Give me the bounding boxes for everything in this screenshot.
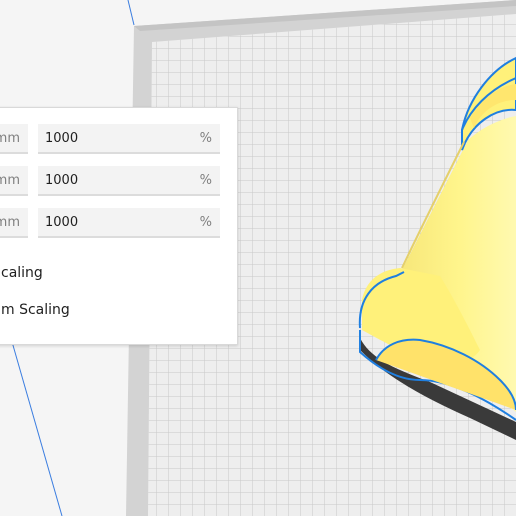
percent-value: 1000 xyxy=(45,173,79,188)
mm-unit: mm xyxy=(0,131,20,146)
size-mm-field-x[interactable]: mm xyxy=(0,124,28,154)
percent-value: 1000 xyxy=(45,131,79,146)
uniform-scaling-option[interactable]: m Scaling xyxy=(1,302,70,318)
mm-unit: mm xyxy=(0,173,20,188)
size-mm-field-z[interactable]: mm xyxy=(0,208,28,238)
percent-unit: % xyxy=(199,215,212,230)
scale-row-y: mm 1000 % xyxy=(0,166,237,196)
percent-unit: % xyxy=(199,173,212,188)
scale-row-z: mm 1000 % xyxy=(0,208,237,238)
snap-scaling-option[interactable]: caling xyxy=(1,265,43,281)
scale-percent-field-z[interactable]: 1000 % xyxy=(38,208,220,238)
percent-value: 1000 xyxy=(45,215,79,230)
scale-percent-field-y[interactable]: 1000 % xyxy=(38,166,220,196)
scale-row-x: mm 1000 % xyxy=(0,124,237,154)
bounding-box-edge xyxy=(127,0,135,26)
scale-panel: mm 1000 % mm 1000 % mm 1000 % caling m S… xyxy=(0,107,238,345)
size-mm-field-y[interactable]: mm xyxy=(0,166,28,196)
scale-percent-field-x[interactable]: 1000 % xyxy=(38,124,220,154)
mm-unit: mm xyxy=(0,215,20,230)
percent-unit: % xyxy=(199,131,212,146)
